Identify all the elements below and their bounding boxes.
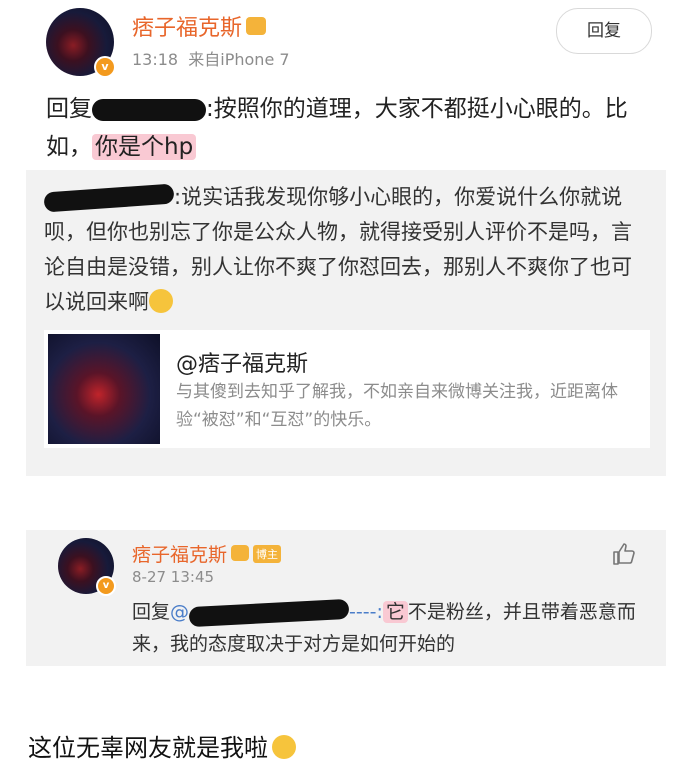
thumbs-up-icon[interactable] [612,542,636,566]
blogger-badge: 博主 [253,544,282,563]
profile-card-description: 与其傻到去知乎了解我，不如亲自来微博关注我，近距离体验“被怼”和“互怼”的快乐。 [176,382,618,430]
laughing-emoji-icon [149,289,173,313]
highlighted-text: 你是个hp [92,134,197,160]
redacted-username [43,183,175,213]
mention-tail[interactable]: ----: [349,601,383,623]
reply-button[interactable]: 回复 [556,8,652,54]
crown-icon [231,544,250,561]
profile-card-title[interactable]: @痞子福克斯 [176,346,308,378]
caption-label: 这位无辜网友就是我啦 [28,734,268,762]
verified-badge-small: v [96,576,116,596]
commenter-name-label[interactable]: 痞子福克斯 [132,544,227,566]
post-time: 13:18 [132,50,179,69]
redacted-username [92,98,206,121]
redacted-username [188,598,350,627]
highlighted-char: 它 [382,601,408,623]
crown-icon [246,17,267,35]
quoted-text: :说实话我发现你够小心眼的，你爱说什么你就说呗，但你也别忘了你是公众人物，就得接… [43,180,644,320]
reply-prefix: 回复 [46,96,92,122]
verified-badge: v [94,56,116,78]
profile-card-thumbnail[interactable] [48,334,160,444]
post-source: 来自iPhone 7 [188,50,290,69]
comment-text: 回复@ ----: 它不是粉丝，并且带着恶意而来，我的态度取决于对方是如何开始的 [132,596,642,660]
author-name-label[interactable]: 痞子福克斯 [132,16,242,41]
author-name[interactable]: 痞子福克斯 [132,10,267,42]
comment-prefix: 回复 [132,601,171,623]
post-text: 回复:按照你的道理，大家不都挺小心眼的。比如， 你是个hp [46,90,646,166]
mention-at[interactable]: @ [170,601,189,623]
pensive-emoji-icon [272,735,296,759]
caption-text: 这位无辜网友就是我啦 [28,728,296,763]
post-meta: 13:18 来自iPhone 7 [132,46,290,70]
commenter-name[interactable]: 痞子福克斯 博主 [132,540,282,567]
comment-date: 8-27 13:45 [132,568,215,586]
